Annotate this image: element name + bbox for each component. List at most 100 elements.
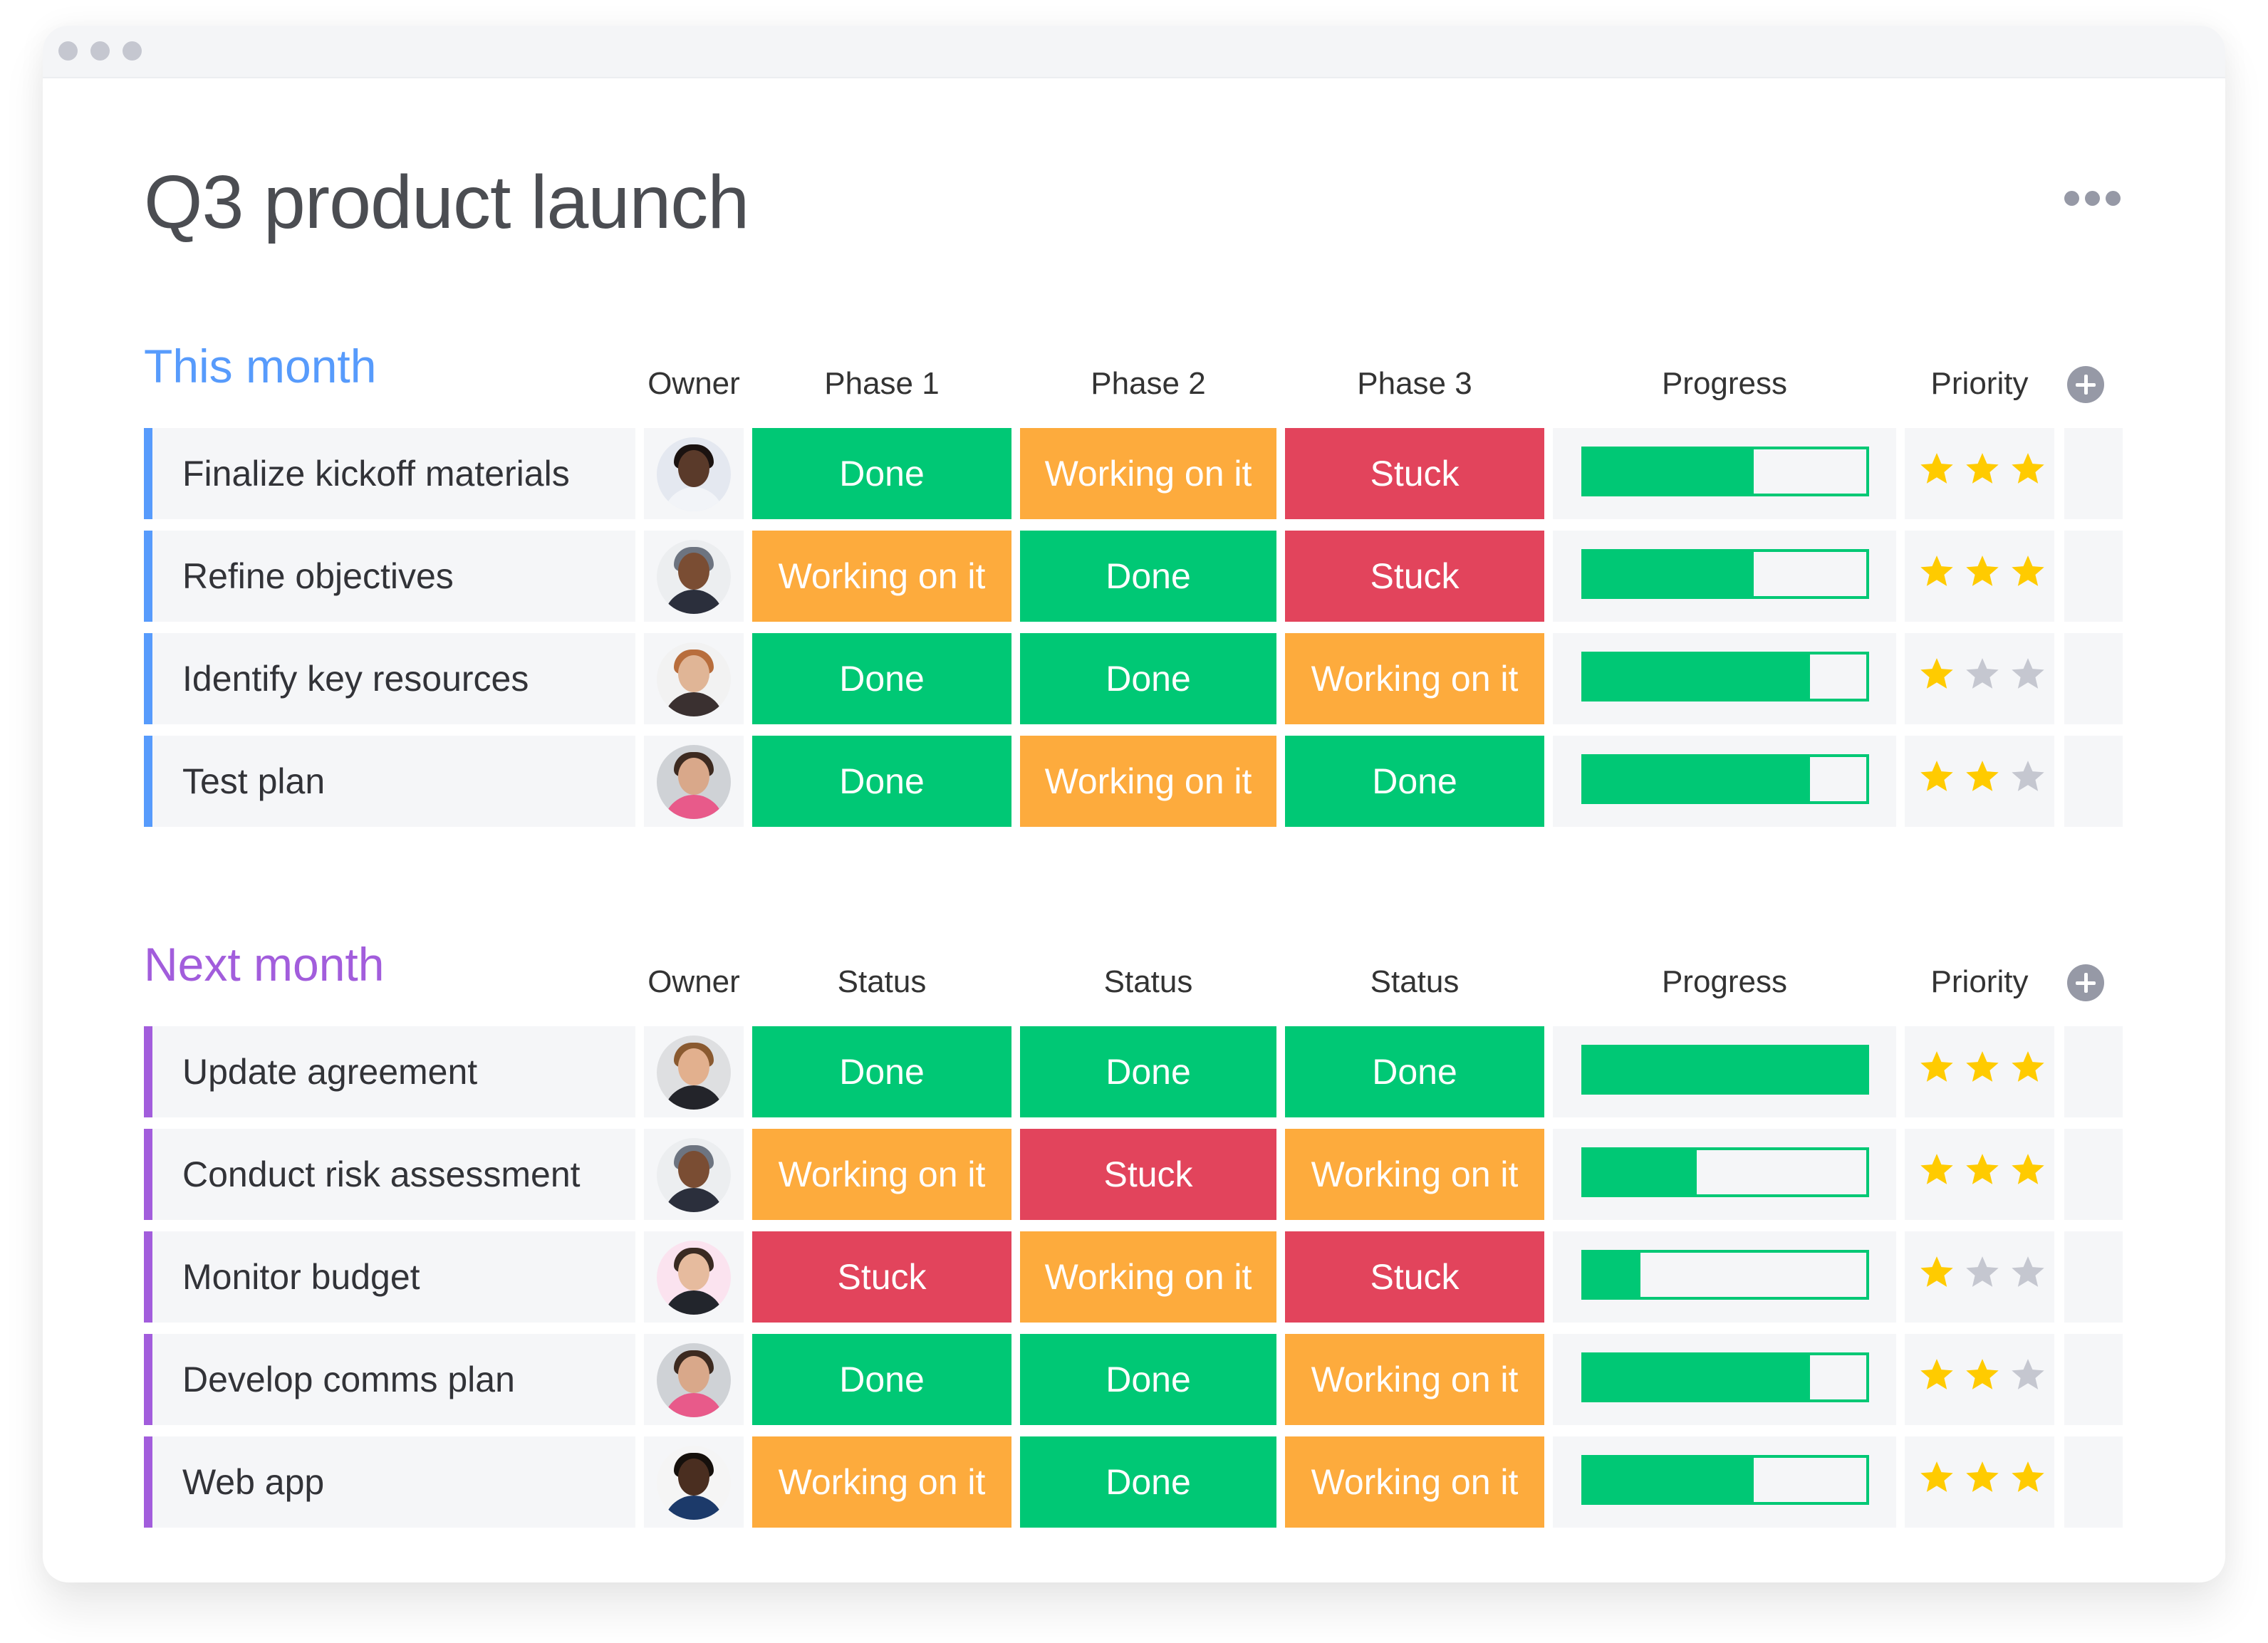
star-filled-icon[interactable] — [1919, 451, 1955, 486]
item-name-cell[interactable]: Develop comms plan — [144, 1334, 635, 1425]
table-row[interactable]: Conduct risk assessment Working on it Stuc… — [144, 1129, 2174, 1220]
column-header-owner[interactable]: Owner — [644, 366, 744, 402]
star-filled-icon[interactable] — [1965, 553, 2000, 589]
column-header-priority[interactable]: Priority — [1905, 964, 2054, 1000]
item-name-cell[interactable]: Web app — [144, 1436, 635, 1528]
item-name-cell[interactable]: Identify key resources — [144, 633, 635, 724]
priority-cell[interactable] — [1905, 633, 2054, 724]
status-cell[interactable]: Stuck — [1020, 1129, 1276, 1220]
more-options-button[interactable] — [2064, 191, 2121, 206]
item-name[interactable]: Conduct risk assessment — [182, 1129, 581, 1220]
empty-cell[interactable] — [2064, 428, 2123, 519]
owner-cell[interactable] — [644, 736, 744, 827]
priority-cell[interactable] — [1905, 1129, 2054, 1220]
star-filled-icon[interactable] — [2010, 1459, 2046, 1495]
status-cell[interactable]: Done — [752, 1334, 1011, 1425]
item-name-cell[interactable]: Refine objectives — [144, 531, 635, 622]
column-header-c1[interactable]: Status — [752, 964, 1011, 1000]
star-empty-icon[interactable] — [1965, 1254, 2000, 1290]
avatar[interactable] — [657, 1036, 731, 1110]
column-header-progress[interactable]: Progress — [1553, 366, 1896, 402]
empty-cell[interactable] — [2064, 633, 2123, 724]
item-name-cell[interactable]: Test plan — [144, 736, 635, 827]
status-cell[interactable]: Stuck — [1285, 428, 1544, 519]
column-header-c2[interactable]: Phase 2 — [1020, 366, 1276, 402]
item-name[interactable]: Update agreement — [182, 1026, 477, 1117]
owner-cell[interactable] — [644, 1334, 744, 1425]
status-cell[interactable]: Working on it — [752, 1436, 1011, 1528]
empty-cell[interactable] — [2064, 1231, 2123, 1323]
owner-cell[interactable] — [644, 1231, 744, 1323]
item-name[interactable]: Test plan — [182, 736, 325, 827]
priority-rating[interactable] — [1919, 758, 2046, 794]
star-filled-icon[interactable] — [1919, 1152, 1955, 1187]
priority-cell[interactable] — [1905, 1026, 2054, 1117]
star-filled-icon[interactable] — [1965, 1357, 2000, 1392]
status-cell[interactable]: Done — [752, 1026, 1011, 1117]
item-name-cell[interactable]: Conduct risk assessment — [144, 1129, 635, 1220]
owner-cell[interactable] — [644, 1026, 744, 1117]
star-filled-icon[interactable] — [1965, 1152, 2000, 1187]
window-dot-icon[interactable] — [123, 41, 142, 61]
item-name[interactable]: Web app — [182, 1436, 324, 1528]
priority-cell[interactable] — [1905, 736, 2054, 827]
status-cell[interactable]: Working on it — [1285, 633, 1544, 724]
status-cell[interactable]: Working on it — [1020, 428, 1276, 519]
star-filled-icon[interactable] — [1965, 1459, 2000, 1495]
status-cell[interactable]: Done — [752, 633, 1011, 724]
priority-rating[interactable] — [1919, 1049, 2046, 1085]
star-filled-icon[interactable] — [1919, 758, 1955, 794]
status-cell[interactable]: Stuck — [1285, 1231, 1544, 1323]
priority-rating[interactable] — [1919, 1459, 2046, 1495]
avatar[interactable] — [657, 437, 731, 511]
item-name[interactable]: Identify key resources — [182, 633, 529, 724]
status-cell[interactable]: Done — [1020, 1026, 1276, 1117]
star-filled-icon[interactable] — [1919, 553, 1955, 589]
status-cell[interactable]: Working on it — [752, 531, 1011, 622]
priority-cell[interactable] — [1905, 1334, 2054, 1425]
empty-cell[interactable] — [2064, 1129, 2123, 1220]
table-row[interactable]: Monitor budget Stuck Working on it Stuck — [144, 1231, 2174, 1323]
status-cell[interactable]: Done — [1285, 736, 1544, 827]
window-dot-icon[interactable] — [58, 41, 78, 61]
star-empty-icon[interactable] — [2010, 1357, 2046, 1392]
status-cell[interactable]: Working on it — [1285, 1334, 1544, 1425]
priority-rating[interactable] — [1919, 1152, 2046, 1187]
item-name-cell[interactable]: Finalize kickoff materials — [144, 428, 635, 519]
item-name[interactable]: Finalize kickoff materials — [182, 428, 570, 519]
star-filled-icon[interactable] — [2010, 451, 2046, 486]
star-empty-icon[interactable] — [1965, 656, 2000, 692]
status-cell[interactable]: Working on it — [1285, 1129, 1544, 1220]
avatar[interactable] — [657, 540, 731, 614]
table-row[interactable]: Update agreement Done Done Done — [144, 1026, 2174, 1117]
status-cell[interactable]: Stuck — [752, 1231, 1011, 1323]
table-row[interactable]: Identify key resources Done Done Working on… — [144, 633, 2174, 724]
avatar[interactable] — [657, 1343, 731, 1417]
avatar[interactable] — [657, 1446, 731, 1520]
star-filled-icon[interactable] — [1965, 451, 2000, 486]
status-cell[interactable]: Done — [1020, 1334, 1276, 1425]
avatar[interactable] — [657, 1138, 731, 1212]
star-filled-icon[interactable] — [1965, 758, 2000, 794]
star-filled-icon[interactable] — [1919, 656, 1955, 692]
column-header-c2[interactable]: Status — [1020, 964, 1276, 1000]
star-filled-icon[interactable] — [1919, 1254, 1955, 1290]
column-header-progress[interactable]: Progress — [1553, 964, 1896, 1000]
owner-cell[interactable] — [644, 633, 744, 724]
add-column-button[interactable] — [2067, 366, 2104, 403]
avatar[interactable] — [657, 745, 731, 819]
priority-rating[interactable] — [1919, 553, 2046, 589]
priority-rating[interactable] — [1919, 1357, 2046, 1392]
status-cell[interactable]: Done — [752, 428, 1011, 519]
status-cell[interactable]: Done — [1020, 633, 1276, 724]
item-name[interactable]: Develop comms plan — [182, 1334, 515, 1425]
star-filled-icon[interactable] — [2010, 1049, 2046, 1085]
priority-rating[interactable] — [1919, 451, 2046, 486]
table-row[interactable]: Develop comms plan Done Done Working on it — [144, 1334, 2174, 1425]
empty-cell[interactable] — [2064, 1436, 2123, 1528]
owner-cell[interactable] — [644, 1436, 744, 1528]
group-title[interactable]: Next month — [144, 937, 384, 991]
column-header-owner[interactable]: Owner — [644, 964, 744, 1000]
status-cell[interactable]: Working on it — [1020, 736, 1276, 827]
column-header-c1[interactable]: Phase 1 — [752, 366, 1011, 402]
